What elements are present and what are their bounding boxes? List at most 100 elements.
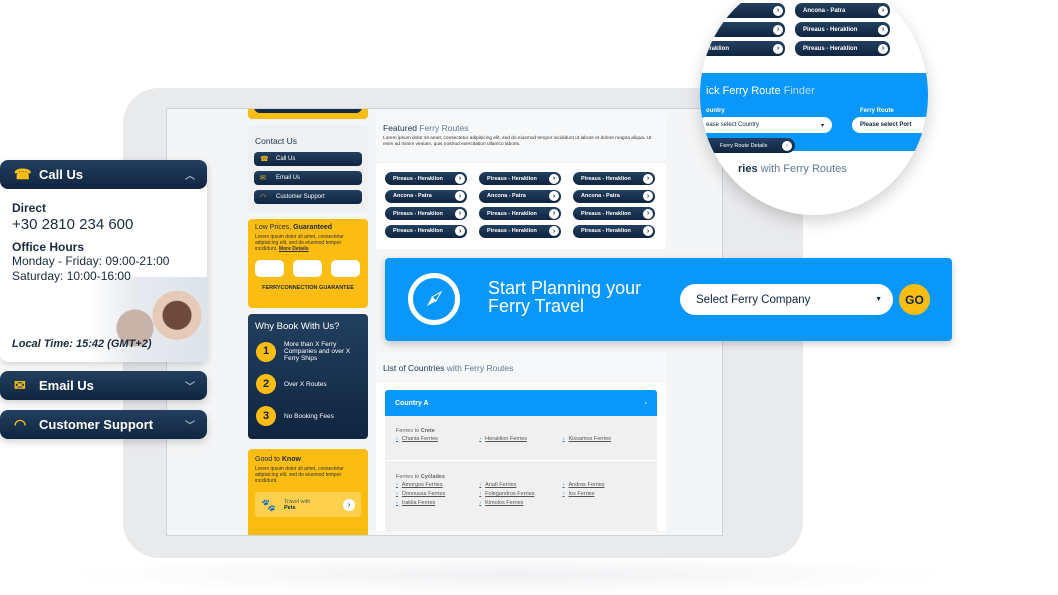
route-button[interactable]: Pireaus - Heraklion › [385, 207, 467, 220]
port-select[interactable]: Please select Port [852, 117, 928, 133]
ferry-company-select[interactable]: Select Ferry Company ▼ [680, 284, 893, 315]
floor-shadow [60, 555, 960, 595]
low-prices-card: Low Prices, Guaranteed Lorem ipsum dolor… [248, 219, 368, 308]
ferry-link[interactable]: › Andros Ferries [563, 482, 646, 488]
chevron-right-icon: › [549, 208, 559, 219]
guarantee-label: FERRYCONNECTION GUARANTEE [262, 285, 354, 291]
customer-support-panel[interactable]: ◠ Customer Support ﹀ [0, 410, 207, 439]
email-us-panel[interactable]: ✉ Email Us ﹀ [0, 371, 207, 400]
chevron-right-icon: › [782, 140, 792, 151]
dropdown-arrow-icon: ▼ [875, 296, 882, 303]
chevron-right-icon: › [562, 482, 565, 488]
route-button[interactable]: Pireaus - Heraklion › [385, 224, 467, 238]
country-select[interactable]: ease select Country ▾ [700, 117, 832, 133]
trip-planner-bar: Start Planning your Ferry Travel Select F… [385, 258, 952, 341]
ferry-link[interactable]: › Kissamos Ferries [563, 436, 646, 442]
chevron-right-icon: › [455, 208, 465, 219]
contact-support-button[interactable]: ◠ Customer Support [254, 190, 362, 204]
chevron-right-icon: › [479, 482, 482, 488]
contact-us-title: Contact Us [255, 136, 298, 146]
ferry-link[interactable]: › Anafi Ferries [479, 482, 562, 488]
chevron-right-icon: › [479, 436, 482, 442]
collapse-icon: - [644, 399, 647, 407]
top-yellow-card [248, 109, 368, 119]
guarantee-badge [293, 260, 322, 277]
chevron-right-icon: › [455, 191, 465, 201]
country-accordion-header[interactable]: Country A- [385, 390, 657, 416]
guarantee-badge [255, 260, 284, 277]
quick-route-finder: ick Ferry Route Finder ountry ease selec… [700, 73, 928, 153]
more-details-link[interactable]: More Details [279, 246, 309, 252]
phone-icon: ☎ [260, 156, 269, 163]
route-button[interactable]: Ancona - Patra › [479, 189, 561, 203]
route-button[interactable]: Pireaus - Heraklion › [479, 207, 561, 220]
route-button[interactable]: Ancona - Patra › [573, 189, 655, 203]
route-button[interactable]: Pireaus - Heraklion › [573, 172, 655, 185]
route-button[interactable]: - Heraklion › [700, 41, 785, 56]
route-button[interactable]: Pireaus - Heraklion › [573, 207, 655, 220]
featured-routes-grid: Pireaus - Heraklion › Pireaus - Heraklion ›… [376, 163, 666, 249]
contact-call-button[interactable]: ☎ Call Us [254, 152, 362, 166]
ferry-link[interactable]: › Ios Ferries [563, 491, 646, 497]
ferry-link[interactable]: › Kimolos Ferries [479, 500, 562, 506]
route-details-button[interactable]: Ferry Route Details › [700, 138, 795, 153]
chevron-right-icon: › [343, 498, 355, 511]
chevron-right-icon: › [479, 491, 482, 497]
travel-with-pets-item[interactable]: 🐾 Travel with Pets › [255, 492, 361, 517]
chevron-down-icon: ﹀ [185, 421, 195, 432]
countries-section: List of Countries with Ferry Routes Coun… [376, 352, 666, 535]
chevron-right-icon: › [396, 482, 398, 488]
why-item: 1 More than X Ferry Companies and over X … [256, 341, 362, 362]
go-button[interactable]: GO [899, 284, 930, 315]
chevron-right-icon: › [773, 5, 783, 16]
route-button[interactable]: Pireaus - Heraklion › [479, 224, 561, 238]
contact-email-button[interactable]: ✉ Email Us [254, 171, 362, 185]
chevron-right-icon: › [562, 436, 565, 442]
chevron-right-icon: › [396, 491, 398, 497]
route-button[interactable]: Pireaus - Heraklion › [795, 22, 890, 37]
pets-icon: 🐾 [261, 497, 276, 512]
ferry-link[interactable]: › Donoussa Ferries [396, 491, 479, 497]
route-button[interactable]: › [700, 3, 785, 18]
guarantee-badge [331, 260, 360, 277]
chevron-right-icon: › [479, 500, 482, 506]
ferry-link[interactable]: › Amorgos Ferries [396, 482, 479, 488]
phone-number[interactable]: +30 2810 234 600 [12, 216, 195, 233]
route-button[interactable]: Pireaus - Heraklion › [479, 172, 561, 185]
why-book-card: Why Book With Us? 1 More than X Ferry Com… [248, 314, 368, 439]
chevron-right-icon: › [878, 43, 888, 54]
dropdown-arrow-icon: ▾ [820, 122, 824, 129]
chevron-right-icon: › [562, 491, 565, 497]
chevron-right-icon: › [455, 173, 465, 184]
compass-icon [408, 273, 460, 325]
ferry-link[interactable]: › Chania Ferries [396, 436, 479, 442]
why-item: 3 No Booking Fees [256, 406, 362, 426]
chevron-right-icon: › [549, 173, 559, 184]
contact-us-card: Contact Us ☎ Call Us ✉ Email Us ◠ Customer … [248, 125, 368, 213]
chevron-right-icon: › [773, 43, 783, 54]
route-button[interactable]: Pireaus - Heraklion › [573, 224, 655, 238]
envelope-icon: ✉ [260, 175, 266, 182]
phone-icon: ☎ [14, 166, 32, 182]
route-button[interactable]: Pireaus - Heraklion › [385, 172, 467, 185]
featured-routes-header: Featured Ferry Routes Lorem ipsum dolor … [376, 113, 666, 161]
route-button[interactable]: aklion› [700, 22, 785, 37]
chevron-down-icon: ﹀ [185, 382, 195, 393]
call-us-header[interactable]: ☎ Call Us ︿ [0, 160, 207, 189]
route-button[interactable]: Ancona - Patra › [385, 189, 467, 203]
route-button[interactable]: Ancona - Patra › [795, 3, 890, 18]
ferry-link[interactable]: › Folegandros Ferries [479, 491, 562, 497]
call-us-panel: ☎ Call Us ︿ Direct +30 2810 234 600 Office… [0, 160, 207, 362]
good-to-know-card: Good to Know Lorem ipsum dolor sit amet,… [248, 449, 368, 535]
local-time: Local Time: 15:42 (GMT+2) [12, 338, 152, 350]
chevron-right-icon: › [643, 173, 653, 184]
chevron-right-icon: › [643, 191, 653, 201]
headset-icon: ◠ [260, 194, 267, 201]
chevron-right-icon: › [643, 208, 653, 219]
chevron-right-icon: › [549, 191, 559, 201]
ferry-link[interactable]: › Heraklion Ferries [479, 436, 562, 442]
route-button[interactable]: Pireaus - Heraklion › [795, 41, 890, 56]
chevron-right-icon: › [878, 24, 888, 35]
group-crete: Ferries to Crete › Chania Ferries › Herakli… [385, 416, 657, 461]
ferry-link[interactable]: › Iraklia Ferries [396, 500, 479, 506]
